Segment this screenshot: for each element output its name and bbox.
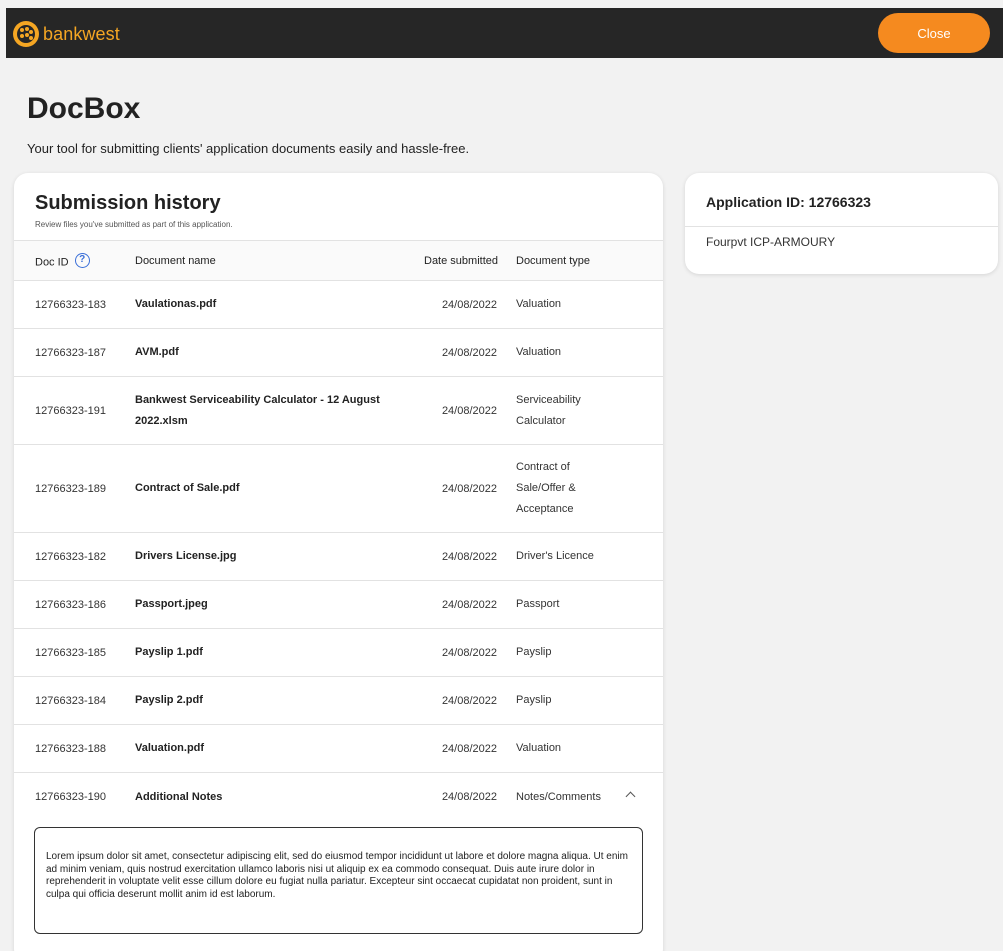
row-document-name: Payslip 1.pdf [135,646,203,658]
row-doc-id: 12766323-188 [35,743,106,755]
row-date-submitted: 24/08/2022 [441,647,497,659]
chevron-up-icon[interactable] [625,791,636,802]
top-bar: bankwest Close [6,8,1003,58]
row-document-type: Serviceability Calculator [516,394,581,427]
page-title: DocBox [27,92,141,125]
row-date-submitted: 24/08/2022 [441,347,497,359]
row-document-type: Valuation [516,346,562,358]
column-document-name: Document name [135,255,216,267]
row-doc-id: 12766323-184 [35,695,106,707]
table-row: 12766323-185 Payslip 1.pdf 24/08/2022 Paysl… [14,629,663,677]
row-date-submitted: 24/08/2022 [441,299,497,311]
row-document-name: Valuation.pdf [135,742,205,754]
row-document-type: Driver's Licence [516,550,594,562]
brand-name: bankwest [43,23,120,44]
application-id-title: Application ID: 12766323 [706,194,871,210]
row-document-type: Payslip [516,646,552,658]
row-date-submitted: 24/08/2022 [441,743,497,755]
row-document-name: Vaulationas.pdf [135,298,217,310]
table-row: 12766323-191 Bankwest Serviceability Calc… [14,377,663,445]
row-date-submitted: 24/08/2022 [441,551,497,563]
row-date-submitted: 24/08/2022 [441,405,497,417]
application-name: Fourpvt ICP-ARMOURY [706,235,836,249]
column-doc-id: Doc ID? [35,253,90,270]
column-doc-id-label: Doc ID [35,256,69,269]
row-date-submitted: 24/08/2022 [441,599,497,611]
row-document-name: Drivers License.jpg [135,550,237,562]
row-document-name: Payslip 2.pdf [135,694,203,706]
submission-history-subtitle: Review files you've submitted as part of… [35,220,233,229]
table-row: 12766323-187 AVM.pdf 24/08/2022 Valuation [14,329,663,377]
help-icon[interactable]: ? [74,253,90,268]
table-row: 12766323-186 Passport.jpeg 24/08/2022 Passp… [14,581,663,629]
additional-notes-box: Lorem ipsum dolor sit amet, consectetur … [34,827,643,934]
row-doc-id: 12766323-183 [35,299,106,311]
row-doc-id: 12766323-182 [35,551,106,563]
row-doc-id: 12766323-187 [35,347,106,359]
row-document-type: Valuation [516,298,562,310]
table-row: 12766323-189 Contract of Sale.pdf 24/08/20… [14,445,663,533]
table-row: 12766323-184 Payslip 2.pdf 24/08/2022 Paysl… [14,677,663,725]
row-date-submitted: 24/08/2022 [441,483,497,495]
row-document-name: Bankwest Serviceability Calculator - 12 … [135,394,380,427]
submission-history-title: Submission history [35,192,221,214]
bankwest-logo[interactable]: bankwest [13,20,120,48]
page-subtitle: Your tool for submitting clients' applic… [27,141,470,156]
divider [685,226,998,227]
row-doc-id: 12766323-189 [35,483,106,495]
row-document-type: Contract of Sale/Offer & Acceptance [516,461,576,515]
row-document-type: Notes/Comments [516,791,601,803]
close-button[interactable]: Close [878,13,990,53]
row-doc-id: 12766323-191 [35,405,106,417]
row-document-name: Passport.jpeg [135,598,208,610]
table-row: 12766323-182 Drivers License.jpg 24/08/202… [14,533,663,581]
row-document-name: AVM.pdf [135,346,179,358]
row-doc-id: 12766323-190 [35,791,106,803]
additional-notes-text: Lorem ipsum dolor sit amet, consectetur … [46,851,628,900]
row-date-submitted: 24/08/2022 [441,695,497,707]
table-header: Doc ID? Document name Date submitted Doc… [14,240,663,281]
row-document-type: Payslip [516,694,552,706]
row-document-name: Additional Notes [135,791,223,803]
table-row: 12766323-188 Valuation.pdf 24/08/2022 Valua… [14,725,663,773]
row-document-type: Valuation [516,742,562,754]
row-doc-id: 12766323-186 [35,599,106,611]
column-date-submitted: Date submitted [424,255,498,267]
column-document-type: Document type [516,255,590,267]
row-date-submitted: 24/08/2022 [441,791,497,803]
table-row: 12766323-183 Vaulationas.pdf 24/08/2022 Val… [14,281,663,329]
row-doc-id: 12766323-185 [35,647,106,659]
table-row[interactable]: 12766323-190 Additional Notes 24/08/2022 No… [14,773,663,821]
application-card: Application ID: 12766323 Fourpvt ICP-ARM… [685,173,998,274]
bankwest-logo-icon [13,21,39,47]
submission-history-card: Submission history Review files you've s… [14,173,663,951]
row-document-type: Passport [516,598,560,610]
row-document-name: Contract of Sale.pdf [135,482,240,494]
